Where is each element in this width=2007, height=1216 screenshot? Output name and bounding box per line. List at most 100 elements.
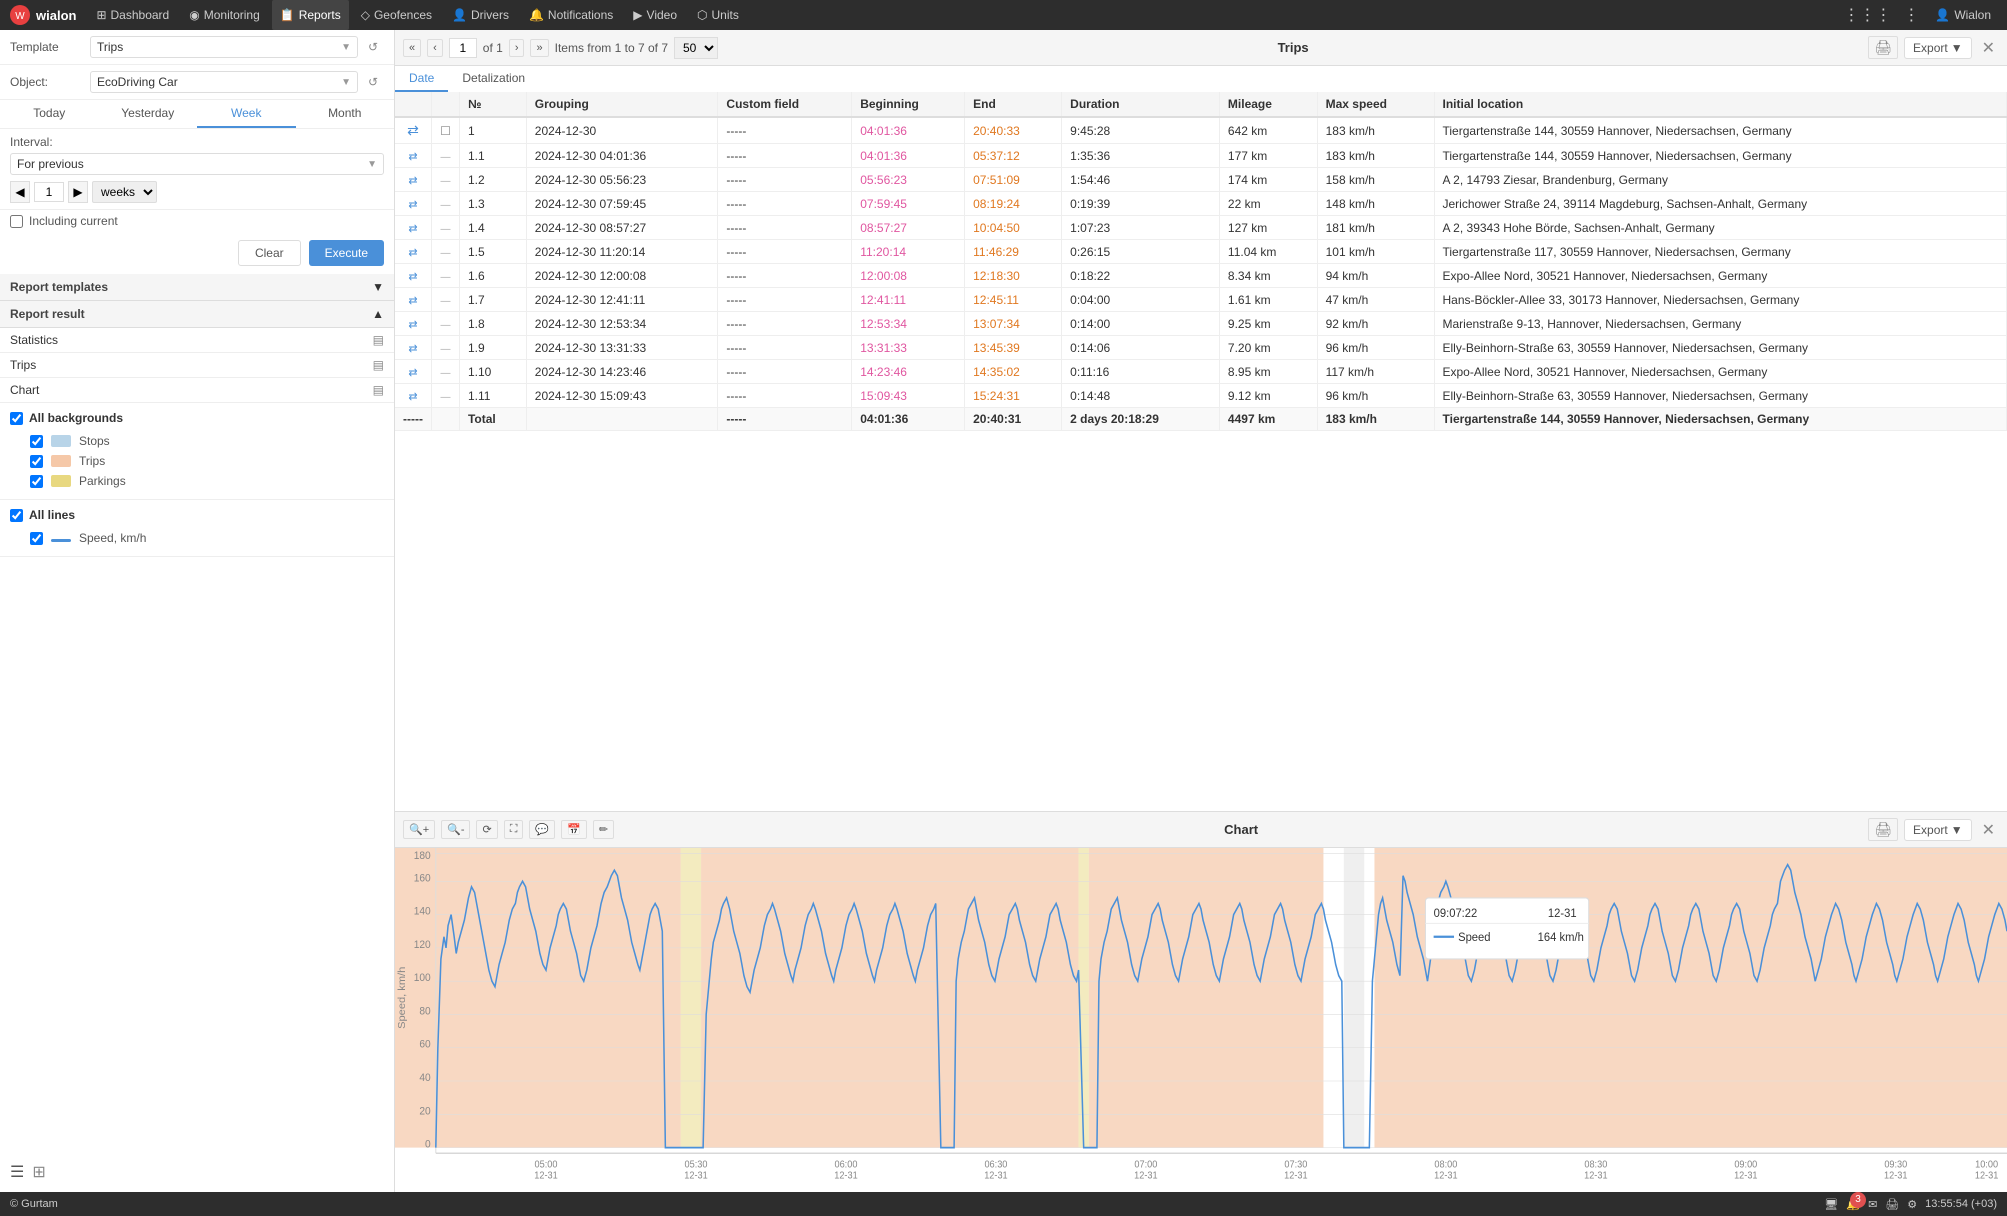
- speed-line-checkbox[interactable]: [30, 532, 43, 545]
- list-view-icon[interactable]: ☰: [10, 1162, 24, 1182]
- row-expand-icon[interactable]: ⇄: [408, 367, 417, 379]
- row-expand-icon[interactable]: ⇄: [408, 151, 417, 163]
- row-check-cell[interactable]: —: [431, 240, 459, 264]
- row-icon-cell[interactable]: ⇄: [395, 216, 431, 240]
- row-icon-cell[interactable]: ⇄: [395, 312, 431, 336]
- stepper-next[interactable]: ▶: [68, 181, 88, 203]
- tab-detalization[interactable]: Detalization: [448, 66, 539, 92]
- zoom-in-btn[interactable]: 🔍+: [403, 820, 435, 839]
- row-expand-icon[interactable]: ⇄: [408, 247, 417, 259]
- stepper-input[interactable]: [34, 182, 64, 202]
- row-check-cell[interactable]: —: [431, 168, 459, 192]
- tab-date[interactable]: Date: [395, 66, 448, 92]
- row-icon-cell[interactable]: ⇄: [395, 117, 431, 144]
- row-check-cell[interactable]: —: [431, 384, 459, 408]
- table-row: ⇄ — 1.3 2024-12-30 07:59:45 ----- 07:59:…: [395, 192, 2007, 216]
- row-check-cell[interactable]: —: [431, 216, 459, 240]
- including-current-checkbox[interactable]: [10, 215, 23, 228]
- nav-drivers[interactable]: 👤 Drivers: [444, 0, 517, 30]
- per-page-select[interactable]: 50: [674, 37, 718, 59]
- row-expand-icon[interactable]: ⇄: [408, 295, 417, 307]
- row-icon-cell[interactable]: ⇄: [395, 264, 431, 288]
- row-icon-cell[interactable]: ⇄: [395, 336, 431, 360]
- interval-select[interactable]: For previous ▼: [10, 153, 384, 175]
- fullscreen-btn[interactable]: ⛶: [504, 820, 524, 839]
- row-check-cell[interactable]: —: [431, 336, 459, 360]
- nav-video[interactable]: ▶ Video: [625, 0, 685, 30]
- template-refresh-icon[interactable]: ↺: [362, 36, 384, 58]
- report-templates-section[interactable]: Report templates ▼: [0, 274, 394, 301]
- table-close-btn[interactable]: ✕: [1978, 38, 1999, 58]
- nav-geofences[interactable]: ◇ Geofences: [353, 0, 440, 30]
- row-expand-icon[interactable]: ⇄: [408, 391, 417, 403]
- interval-unit-select[interactable]: weeks: [92, 181, 157, 203]
- row-icon-cell[interactable]: ⇄: [395, 360, 431, 384]
- nav-units[interactable]: ⬡ Units: [689, 0, 747, 30]
- row-icon-cell[interactable]: ⇄: [395, 168, 431, 192]
- clear-button[interactable]: Clear: [238, 240, 301, 266]
- zoom-out-btn[interactable]: 🔍-: [441, 820, 470, 839]
- zoom-reset-btn[interactable]: ⟳: [476, 820, 497, 839]
- row-expand-icon[interactable]: ⇄: [408, 271, 417, 283]
- row-check-cell[interactable]: —: [431, 312, 459, 336]
- chart-print-btn[interactable]: 🖨: [1868, 818, 1898, 841]
- print-button[interactable]: 🖨: [1868, 36, 1898, 59]
- row-check-cell[interactable]: —: [431, 264, 459, 288]
- all-lines-checkbox[interactable]: [10, 509, 23, 522]
- nav-notifications[interactable]: 🔔 Notifications: [521, 0, 621, 30]
- prev-page-btn[interactable]: ‹: [427, 39, 443, 57]
- row-expand-icon[interactable]: ⇄: [407, 122, 419, 138]
- nav-dashboard[interactable]: ⊞ Dashboard: [88, 0, 177, 30]
- grid-icon[interactable]: ⋮⋮⋮: [1839, 5, 1895, 25]
- row-icon-cell[interactable]: ⇄: [395, 384, 431, 408]
- tab-yesterday[interactable]: Yesterday: [99, 100, 198, 128]
- page-input[interactable]: [449, 38, 477, 58]
- chart-export-btn[interactable]: Export ▼: [1904, 819, 1972, 841]
- row-check-cell[interactable]: —: [431, 144, 459, 168]
- grid-view-icon[interactable]: ⊞: [32, 1162, 45, 1182]
- stops-checkbox[interactable]: [30, 435, 43, 448]
- first-page-btn[interactable]: «: [403, 39, 421, 57]
- report-result-section[interactable]: Report result ▲: [0, 301, 394, 328]
- row-expand-icon[interactable]: ⇄: [408, 223, 417, 235]
- stepper-prev[interactable]: ◀: [10, 181, 30, 203]
- row-expand-icon[interactable]: ⇄: [408, 343, 417, 355]
- all-backgrounds-checkbox[interactable]: [10, 412, 23, 425]
- last-page-btn[interactable]: »: [530, 39, 548, 57]
- result-chart[interactable]: Chart ▤: [0, 378, 394, 403]
- next-page-btn[interactable]: ›: [509, 39, 525, 57]
- user-menu[interactable]: 👤 Wialon: [1927, 8, 1999, 22]
- comment-btn[interactable]: 💬: [529, 820, 555, 839]
- export-button[interactable]: Export ▼: [1904, 37, 1972, 59]
- template-select[interactable]: Trips ▼: [90, 36, 358, 58]
- nav-reports[interactable]: 📋 Reports: [272, 0, 349, 30]
- row-icon-cell[interactable]: ⇄: [395, 144, 431, 168]
- row-check-cell[interactable]: —: [431, 360, 459, 384]
- row-icon-cell[interactable]: ⇄: [395, 288, 431, 312]
- speed-line-color: [51, 539, 71, 542]
- row-icon-cell[interactable]: ⇄: [395, 240, 431, 264]
- calendar-btn[interactable]: 📅: [561, 820, 587, 839]
- parkings-checkbox[interactable]: [30, 475, 43, 488]
- trips-checkbox[interactable]: [30, 455, 43, 468]
- pen-btn[interactable]: ✏: [593, 820, 614, 839]
- result-trips[interactable]: Trips ▤: [0, 353, 394, 378]
- row-check-cell[interactable]: —: [431, 192, 459, 216]
- more-icon[interactable]: ⋮: [1899, 5, 1923, 25]
- row-expand-icon[interactable]: ⇄: [408, 199, 417, 211]
- row-icon-cell[interactable]: ⇄: [395, 192, 431, 216]
- row-check-cell[interactable]: —: [431, 288, 459, 312]
- chart-close-btn[interactable]: ✕: [1978, 820, 1999, 840]
- tab-week[interactable]: Week: [197, 100, 296, 128]
- row-expand-icon[interactable]: ⇄: [408, 319, 417, 331]
- nav-monitoring[interactable]: ◉ Monitoring: [181, 0, 268, 30]
- tab-today[interactable]: Today: [0, 100, 99, 128]
- logo[interactable]: W wialon: [8, 3, 76, 27]
- execute-button[interactable]: Execute: [309, 240, 384, 266]
- tab-month[interactable]: Month: [296, 100, 395, 128]
- row-expand-icon[interactable]: ⇄: [408, 175, 417, 187]
- row-check-cell[interactable]: ☐: [431, 117, 459, 144]
- result-statistics[interactable]: Statistics ▤: [0, 328, 394, 353]
- object-refresh-icon[interactable]: ↺: [362, 71, 384, 93]
- object-select[interactable]: EcoDriving Car ▼: [90, 71, 358, 93]
